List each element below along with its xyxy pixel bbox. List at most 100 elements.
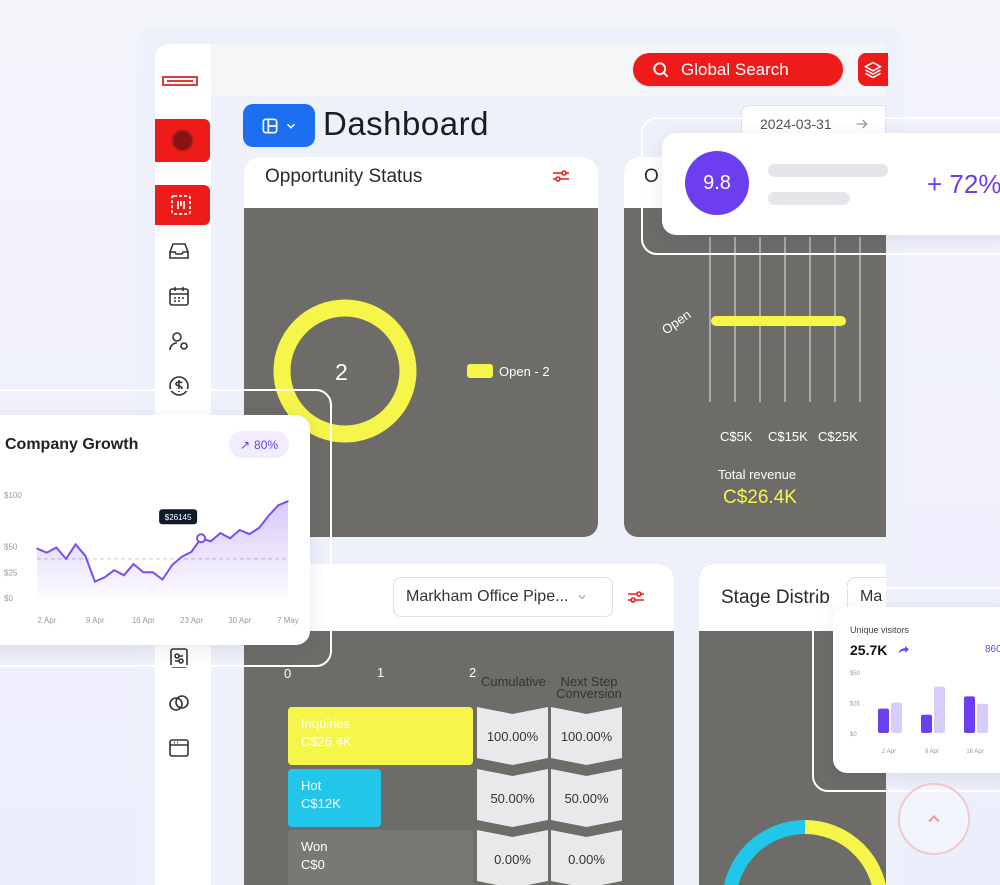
data-point	[258, 527, 260, 529]
bar	[964, 696, 975, 733]
x-tick-label: 9 Apr	[925, 749, 939, 755]
tick-label: C$25K	[818, 429, 858, 444]
growth-badge-value: 80%	[254, 437, 279, 452]
score-badge: 9.8	[685, 151, 749, 215]
company-growth-card: Company Growth ↗ 80% $100 $50 $25 $0 $26145 2…	[0, 415, 310, 645]
revenue-bar-open	[711, 316, 846, 326]
search-icon	[653, 61, 669, 77]
stage-donut	[724, 820, 886, 885]
axis-tick: 1	[377, 665, 385, 680]
score-card: 9.8 + 72%	[662, 133, 1000, 235]
card-header: Opportunity Status	[244, 157, 598, 208]
x-tick-label: 30 Apr	[228, 616, 251, 625]
data-point	[190, 550, 193, 553]
y-tick-label: $0	[850, 732, 857, 738]
funnel-bar-inquiries[interactable]: Inquiries C$26.4K	[288, 707, 473, 765]
data-point	[74, 543, 77, 546]
data-point	[171, 564, 173, 566]
card-title: Opportunity Status	[265, 166, 423, 187]
data-point	[55, 546, 58, 549]
filter-icon[interactable]	[552, 169, 570, 183]
x-tick-label: 9 Apr	[86, 616, 105, 625]
data-point	[132, 563, 135, 565]
global-search-button[interactable]: Global Search	[633, 53, 843, 86]
data-point	[209, 540, 212, 543]
data-point	[161, 578, 164, 581]
link-icon[interactable]	[167, 691, 191, 715]
brand-logo[interactable]	[162, 76, 198, 86]
funnel-bar-hot[interactable]: Hot C$12K	[288, 769, 381, 827]
hover-point[interactable]	[196, 533, 207, 544]
legend-label: Open - 2	[499, 364, 550, 379]
data-point	[36, 547, 38, 550]
placeholder-line	[768, 164, 888, 177]
column-header-cumulative: Cumulative	[480, 674, 547, 689]
calendar-icon[interactable]	[167, 284, 191, 308]
data-point	[84, 554, 87, 557]
bar	[921, 714, 932, 733]
unique-visitors-card: Unique visitors 25.7K 860 $50 $25 $0 2 Apr 9…	[833, 607, 1000, 773]
placeholder-line	[768, 192, 850, 205]
tooltip-text: $26145	[165, 513, 192, 522]
visitors-value: 25.7K	[850, 642, 888, 658]
scroll-to-top-button[interactable]	[898, 783, 970, 855]
cumulative-cell: 100.00%	[477, 707, 548, 765]
score-value: 9.8	[703, 171, 731, 194]
chevron-down-icon	[286, 123, 296, 129]
filter-icon[interactable]	[627, 590, 645, 604]
column-header-next-step: Next Step Conversion	[556, 674, 622, 701]
data-point	[287, 500, 289, 502]
funnel-bar-won[interactable]: Won C$0	[288, 830, 473, 885]
x-tick-label: 2 Apr	[38, 616, 57, 625]
data-point	[229, 537, 231, 540]
bar	[977, 703, 988, 733]
arrow-up-right-icon: ↗	[239, 437, 251, 452]
category-label: Open	[659, 306, 694, 338]
next-step-cell: 0.00%	[551, 830, 622, 885]
visitors-label: Unique visitors	[850, 625, 910, 635]
data-point	[219, 532, 222, 534]
tick-label: C$15K	[768, 429, 808, 444]
score-change: + 72%	[927, 169, 1000, 199]
cumulative-cell: 50.00%	[477, 769, 548, 827]
page-title: Dashboard	[323, 105, 489, 142]
data-point	[123, 574, 125, 577]
bar	[878, 708, 889, 733]
user-settings-icon[interactable]	[167, 329, 191, 353]
funnel-row-name: Won	[301, 839, 328, 854]
axis-tick: 0	[284, 666, 292, 681]
funnel-row-value: C$12K	[301, 796, 341, 811]
tick-label: C$5K	[720, 429, 753, 444]
funnel-row-value: C$0	[301, 857, 325, 872]
funnel-row-value: C$26.4K	[301, 734, 352, 749]
data-point	[94, 580, 96, 583]
bar	[891, 702, 902, 733]
legend-swatch	[467, 364, 493, 378]
cumulative-cell: 0.00%	[477, 830, 548, 885]
y-tick-label: $100	[4, 491, 22, 500]
bar	[934, 686, 945, 733]
window-icon[interactable]	[167, 736, 191, 760]
data-point	[45, 551, 48, 554]
layout-switcher-button[interactable]	[243, 104, 315, 147]
total-revenue-value: C$26.4K	[723, 487, 797, 508]
x-tick-label: 7 May	[277, 616, 299, 625]
data-point	[238, 529, 241, 531]
x-tick-label: 16 Apr	[132, 616, 155, 625]
y-tick-label: $50	[850, 671, 861, 677]
layers-button[interactable]	[858, 53, 888, 86]
value-tooltip: $26145	[159, 509, 198, 525]
sidebar-item-dashboard[interactable]	[155, 185, 210, 225]
pipeline-select[interactable]: Markham Office Pipe...	[393, 577, 613, 617]
donut-center-value: 2	[335, 359, 348, 385]
layout-icon	[262, 118, 278, 133]
growth-line-chart: $100 $50 $25 $0 $26145 2 Apr 9 Apr 16 Apr 23 Apr…	[4, 491, 299, 625]
y-tick-label: $25	[4, 568, 18, 577]
data-point	[181, 556, 183, 558]
x-tick-label: 16 Apr	[966, 749, 983, 755]
inbox-icon[interactable]	[167, 239, 191, 263]
data-point	[65, 558, 67, 560]
data-point	[248, 533, 251, 535]
data-point	[267, 514, 270, 517]
user-avatar-button[interactable]	[155, 119, 210, 162]
